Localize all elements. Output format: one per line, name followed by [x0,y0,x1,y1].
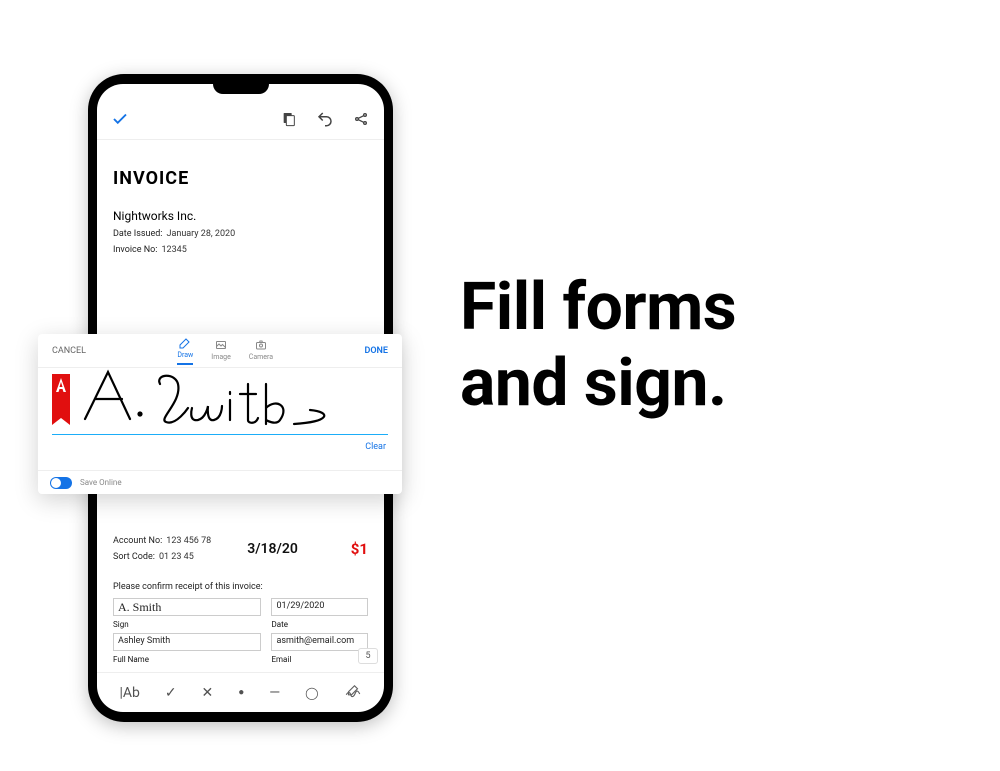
circle-tool-icon[interactable]: ◯ [305,686,318,700]
signature-canvas[interactable]: Clear [38,368,402,470]
sort-code-label: Sort Code: [113,552,155,562]
signature-panel-footer: Save Online [38,470,402,494]
headline-line2: and sign. [460,346,736,422]
invoice-no-label: Invoice No: [113,245,157,255]
signature-panel: CANCEL Draw Image Camera DONE [38,334,402,494]
x-tool-icon[interactable]: ✕ [202,685,214,701]
headline: Fill forms and sign. [460,270,736,422]
save-copy-icon[interactable] [280,110,298,128]
confirm-label: Please confirm receipt of this invoice: [113,582,368,592]
date-issued-value: January 28, 2020 [166,229,235,239]
tab-image[interactable]: Image [211,339,231,365]
fullname-field-label: Full Name [113,655,261,664]
undo-icon[interactable] [316,110,334,128]
tab-draw-label: Draw [177,351,193,359]
dot-tool-icon[interactable]: ● [238,687,244,698]
signature-stroke [80,364,340,434]
tab-camera-label: Camera [249,353,273,361]
cancel-button[interactable]: CANCEL [52,346,86,356]
date-field[interactable]: 01/29/2020 [271,598,368,616]
text-tool-icon[interactable]: |Ab [119,685,139,701]
invoice-title: INVOICE [113,168,368,189]
fill-sign-toolbar: |Ab ✓ ✕ ● — ◯ [97,672,384,712]
done-check-icon[interactable] [111,110,129,128]
sign-field[interactable]: A. Smith [113,598,261,616]
account-no-value: 123 456 78 [166,536,211,546]
phone-notch [213,84,269,94]
email-field[interactable]: asmith@email.com [271,633,368,651]
date-field-label: Date [271,620,368,629]
tab-camera[interactable]: Camera [249,339,273,365]
signature-baseline [52,434,388,435]
tab-image-label: Image [211,353,231,361]
signature-panel-bar: CANCEL Draw Image Camera DONE [38,334,402,368]
app-toolbar [97,98,384,140]
dash-tool-icon[interactable]: — [269,685,280,701]
email-field-label: Email [271,655,368,664]
sort-code-value: 01 23 45 [159,552,194,562]
share-icon[interactable] [352,110,370,128]
invoice-amount: $1 [351,540,368,558]
date-stamp[interactable]: 3/18/20 [247,541,298,557]
company-name: Nightworks Inc. [113,209,368,223]
clear-button[interactable]: Clear [365,442,386,452]
adobe-bookmark-icon [52,374,70,418]
date-issued-label: Date Issued: [113,229,162,239]
invoice-no-value: 12345 [161,245,186,255]
signature-tool-icon[interactable] [344,682,362,704]
account-no-label: Account No: [113,536,162,546]
invoice-lower: Account No: 123 456 78 Sort Code: 01 23 45… [97,526,384,672]
save-online-label: Save Online [80,478,122,487]
tab-draw[interactable]: Draw [177,337,193,365]
done-button[interactable]: DONE [364,346,388,356]
check-tool-icon[interactable]: ✓ [165,685,177,701]
save-online-toggle[interactable] [50,477,72,489]
page-indicator: 5 [358,648,378,664]
invoice-section: INVOICE Nightworks Inc. Date Issued: Jan… [97,140,384,265]
headline-line1: Fill forms [460,270,736,346]
fullname-field[interactable]: Ashley Smith [113,633,261,651]
sign-field-label: Sign [113,620,261,629]
